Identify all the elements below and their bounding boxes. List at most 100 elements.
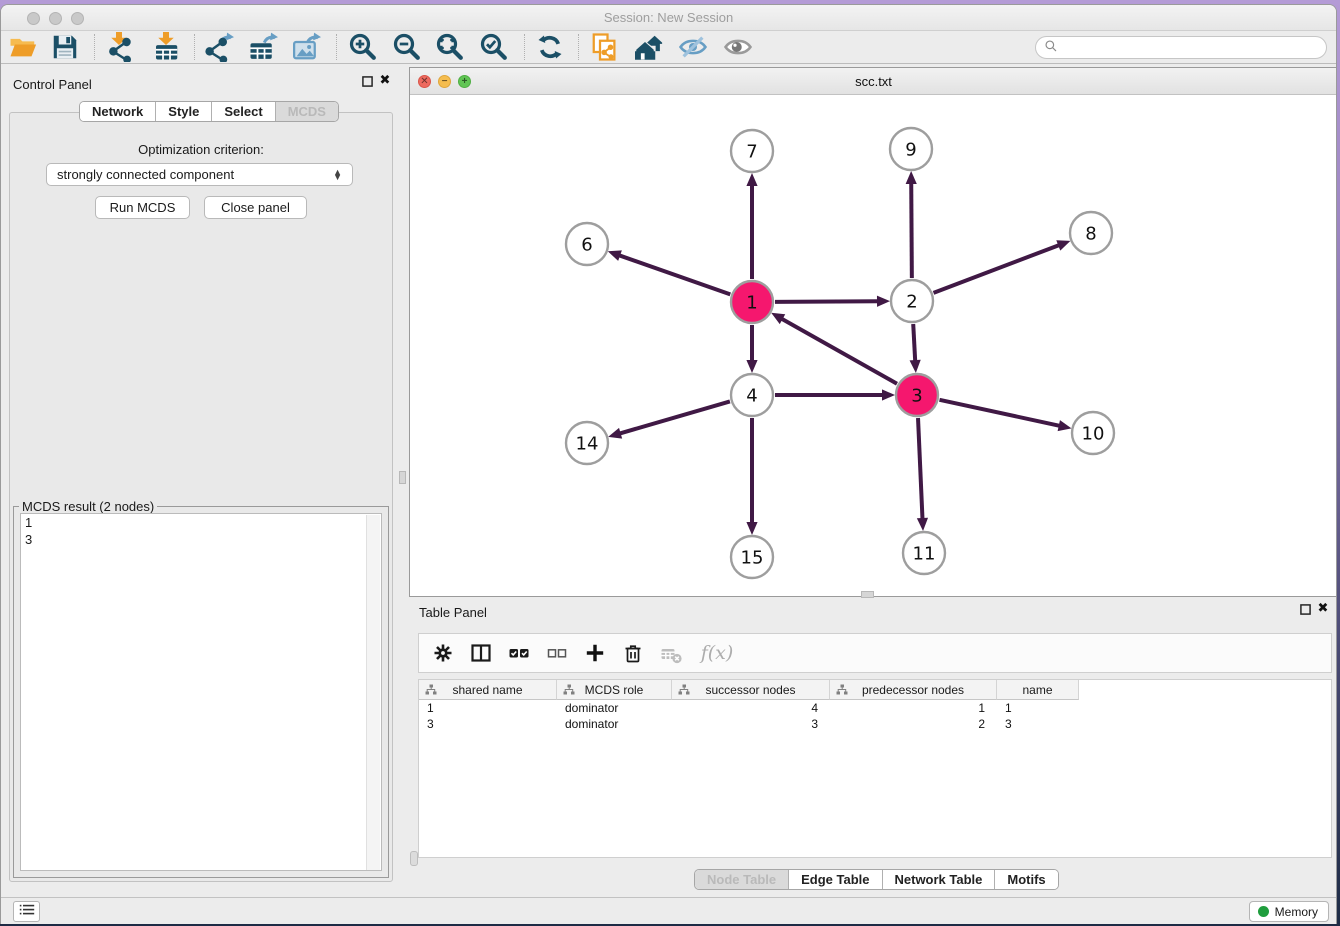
import-table-icon[interactable]: [148, 32, 184, 62]
zoom-fit-icon[interactable]: [432, 32, 468, 62]
graph-edge-2-3[interactable]: [910, 324, 921, 373]
column-header-name[interactable]: name: [997, 680, 1079, 700]
cell-predecessor-nodes[interactable]: 2: [830, 716, 997, 732]
cell-MCDS-role[interactable]: dominator: [557, 700, 672, 716]
export-table-icon[interactable]: [245, 32, 281, 62]
function-builder-icon: f(x): [695, 639, 739, 667]
zoom-out-icon[interactable]: [389, 32, 425, 62]
table-panel-float-icon[interactable]: [1298, 602, 1312, 616]
graph-node-8[interactable]: 8: [1070, 212, 1112, 254]
tab-select[interactable]: Select: [211, 102, 274, 121]
cell-shared-name[interactable]: 3: [419, 716, 557, 732]
control-panel-close-icon[interactable]: ✖: [378, 73, 392, 87]
tab-network-table[interactable]: Network Table: [882, 870, 995, 889]
home-icon[interactable]: [631, 32, 667, 62]
column-header-predecessor-nodes[interactable]: predecessor nodes: [830, 680, 997, 700]
control-panel-float-icon[interactable]: [360, 74, 374, 88]
graph-edge-4-15[interactable]: [746, 418, 757, 535]
task-history-button[interactable]: [13, 901, 40, 922]
delete-column-icon[interactable]: [619, 639, 647, 667]
memory-button[interactable]: Memory: [1249, 901, 1329, 922]
open-session-icon[interactable]: [5, 32, 41, 62]
svg-text:15: 15: [741, 547, 764, 568]
unselect-all-columns-icon[interactable]: [543, 639, 571, 667]
graph-node-10[interactable]: 10: [1072, 412, 1114, 454]
graph-edge-1-4[interactable]: [746, 325, 757, 373]
birds-eye-view-icon[interactable]: [720, 32, 756, 62]
svg-text:14: 14: [576, 433, 599, 454]
graph-node-7[interactable]: 7: [731, 130, 773, 172]
search-input[interactable]: [1063, 40, 1326, 55]
graph-edge-3-1[interactable]: [771, 313, 897, 384]
network-bottom-grip[interactable]: [861, 591, 874, 598]
graph-edge-2-9[interactable]: [906, 171, 917, 278]
graph-node-6[interactable]: 6: [566, 223, 608, 265]
table-row: 1dominator411: [419, 700, 1079, 716]
network-canvas[interactable]: 7 9 6 8 1 2 4 3 14 10 15 11: [410, 95, 1337, 596]
graph-edge-1-7[interactable]: [746, 173, 757, 279]
graph-edge-3-10[interactable]: [939, 400, 1071, 431]
graph-node-15[interactable]: 15: [731, 536, 773, 578]
tab-mcds[interactable]: MCDS: [275, 102, 338, 121]
graph-edge-4-14[interactable]: [608, 401, 730, 438]
graph-node-14[interactable]: 14: [566, 422, 608, 464]
graph-edge-2-8[interactable]: [934, 240, 1071, 293]
svg-text:10: 10: [1082, 423, 1105, 444]
export-image-icon[interactable]: [288, 32, 324, 62]
column-header-MCDS-role[interactable]: MCDS role: [557, 680, 672, 700]
result-scrollbar[interactable]: [366, 515, 380, 871]
tab-style[interactable]: Style: [155, 102, 211, 121]
cell-shared-name[interactable]: 1: [419, 700, 557, 716]
toggle-column-panel-icon[interactable]: [467, 639, 495, 667]
cell-name[interactable]: 3: [997, 716, 1079, 732]
tab-motifs[interactable]: Motifs: [994, 870, 1057, 889]
table-panel-title: Table Panel: [419, 605, 487, 620]
cell-predecessor-nodes[interactable]: 1: [830, 700, 997, 716]
graph-edge-1-6[interactable]: [608, 250, 731, 294]
graph-node-3[interactable]: 3: [896, 374, 938, 416]
toolbar-separator: [578, 34, 579, 60]
run-mcds-button[interactable]: Run MCDS: [95, 196, 190, 219]
hide-graphics-details-icon[interactable]: [675, 32, 711, 62]
svg-text:6: 6: [581, 234, 592, 255]
zoom-in-icon[interactable]: [345, 32, 381, 62]
graph-edge-3-11[interactable]: [917, 418, 928, 531]
cell-successor-nodes[interactable]: 3: [672, 716, 830, 732]
cell-name[interactable]: 1: [997, 700, 1079, 716]
optimization-select[interactable]: strongly connected component ▲▼: [46, 163, 353, 186]
save-session-icon[interactable]: [47, 32, 83, 62]
graph-node-2[interactable]: 2: [891, 280, 933, 322]
splitter-grip[interactable]: [399, 471, 406, 484]
select-all-columns-icon[interactable]: [505, 639, 533, 667]
tab-node-table[interactable]: Node Table: [695, 870, 788, 889]
graph-edge-4-3[interactable]: [775, 389, 895, 400]
import-network-icon[interactable]: [101, 32, 137, 62]
settings-gear-icon[interactable]: [429, 639, 457, 667]
tab-edge-table[interactable]: Edge Table: [788, 870, 881, 889]
cell-MCDS-role[interactable]: dominator: [557, 716, 672, 732]
graph-edge-1-2[interactable]: [775, 296, 890, 307]
toolbar-separator: [336, 34, 337, 60]
graph-node-11[interactable]: 11: [903, 532, 945, 574]
zoom-selected-icon[interactable]: [476, 32, 512, 62]
apply-layout-icon[interactable]: [532, 32, 568, 62]
column-header-successor-nodes[interactable]: successor nodes: [672, 680, 830, 700]
search-field[interactable]: [1035, 36, 1327, 59]
graph-node-4[interactable]: 4: [731, 374, 773, 416]
column-header-shared-name[interactable]: shared name: [419, 680, 557, 700]
svg-text:1: 1: [746, 292, 757, 313]
optimization-label: Optimization criterion:: [1, 142, 401, 157]
svg-text:4: 4: [746, 385, 757, 406]
network-from-selection-icon[interactable]: [587, 32, 623, 62]
table-panel-close-icon[interactable]: ✖: [1316, 601, 1330, 615]
add-column-icon[interactable]: [581, 639, 609, 667]
close-panel-button[interactable]: Close panel: [204, 196, 307, 219]
graph-node-9[interactable]: 9: [890, 128, 932, 170]
tab-network[interactable]: Network: [80, 102, 155, 121]
memory-label: Memory: [1275, 905, 1318, 919]
mcds-result-list[interactable]: 13: [20, 513, 382, 871]
table-hscroll-thumb[interactable]: [410, 851, 418, 866]
export-network-icon[interactable]: [201, 32, 237, 62]
cell-successor-nodes[interactable]: 4: [672, 700, 830, 716]
graph-node-1[interactable]: 1: [731, 281, 773, 323]
